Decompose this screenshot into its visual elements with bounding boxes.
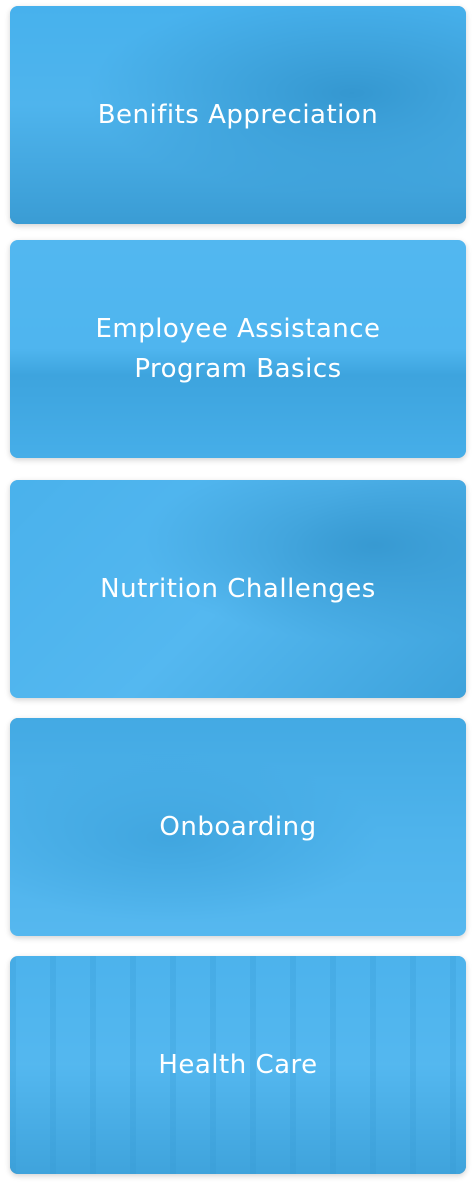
card-employee-assistance-program-basics[interactable]: Employee Assistance Program Basics	[10, 240, 466, 458]
card-title: Benifits Appreciation	[97, 100, 379, 130]
card-health-care[interactable]: Health Care	[10, 956, 466, 1174]
card-nutrition-challenges[interactable]: Nutrition Challenges	[10, 480, 466, 698]
card-title: Nutrition Challenges	[100, 574, 376, 604]
card-title: Employee Assistance Program Basics	[95, 314, 381, 384]
card-onboarding[interactable]: Onboarding	[10, 718, 466, 936]
topic-card-list: Benifits Appreciation Employee Assistanc…	[0, 0, 476, 1188]
card-title: Onboarding	[159, 812, 317, 842]
card-title: Health Care	[158, 1050, 318, 1080]
card-benifits-appreciation[interactable]: Benifits Appreciation	[10, 6, 466, 224]
